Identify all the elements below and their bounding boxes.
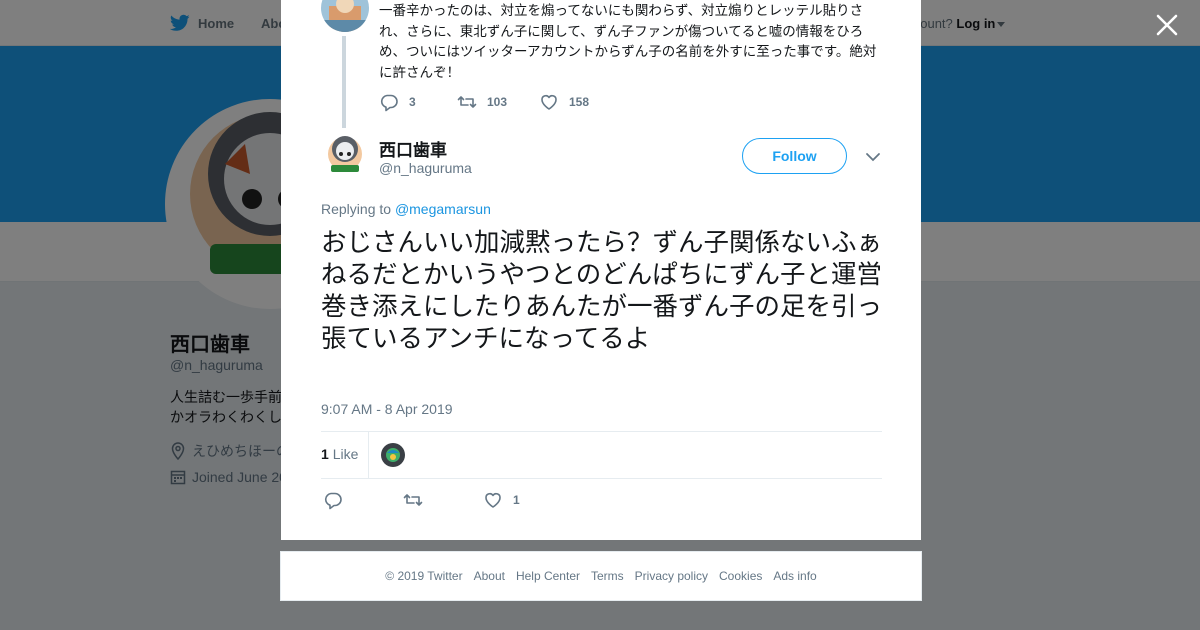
like-stat-count: 1 bbox=[321, 446, 329, 462]
footer-link-privacy-policy[interactable]: Privacy policy bbox=[635, 569, 708, 583]
like-stat[interactable]: 1 Like bbox=[321, 446, 358, 462]
tweet-author-handle[interactable]: @n_haguruma bbox=[379, 160, 472, 176]
previous-tweet-avatar[interactable] bbox=[321, 0, 369, 32]
chevron-down-icon[interactable] bbox=[865, 150, 881, 164]
footer-link-help-center[interactable]: Help Center bbox=[516, 569, 580, 583]
like-count: 1 bbox=[513, 493, 520, 507]
footer-copyright: © 2019 Twitter bbox=[385, 569, 463, 583]
follow-button[interactable]: Follow bbox=[742, 138, 847, 174]
replying-to: Replying to @megamarsun bbox=[321, 201, 491, 217]
like-stat-label: Like bbox=[332, 446, 359, 462]
like-count: 158 bbox=[569, 95, 590, 109]
previous-tweet-text: 一番辛かったのは、対立を煽ってないにも関わらず、対立煽りとレッテル貼りされ、さら… bbox=[379, 3, 877, 81]
reply-icon bbox=[380, 94, 398, 112]
reply-button[interactable] bbox=[323, 490, 403, 510]
reply-button[interactable]: 3 bbox=[379, 92, 457, 112]
tweet-actions: 1 bbox=[323, 490, 520, 510]
footer-link-about[interactable]: About bbox=[474, 569, 505, 583]
retweet-icon bbox=[457, 96, 477, 108]
liker-avatar[interactable] bbox=[381, 443, 405, 467]
thread-connector-line bbox=[342, 36, 346, 128]
footer-link-ads-info[interactable]: Ads info bbox=[773, 569, 816, 583]
footer-link-terms[interactable]: Terms bbox=[591, 569, 624, 583]
tweet-text: おじさんいい加減黙ったら？ずん子関係ないふぁねるだとかいうやつとのどんぱちにずん… bbox=[321, 228, 883, 354]
tweet-author-name[interactable]: 西口歯車 bbox=[379, 136, 447, 161]
replying-to-link[interactable]: @megamarsun bbox=[395, 201, 491, 217]
like-button[interactable]: 1 bbox=[483, 490, 520, 510]
retweet-icon bbox=[403, 494, 423, 506]
avatar-illustration-icon bbox=[321, 132, 369, 180]
retweet-button[interactable]: 103 bbox=[457, 92, 539, 112]
tweet-timestamp[interactable]: 9:07 AM - 8 Apr 2019 bbox=[321, 401, 453, 417]
heart-icon bbox=[485, 492, 501, 508]
replying-prefix: Replying to bbox=[321, 201, 392, 217]
reply-count: 3 bbox=[409, 95, 416, 109]
avatar-photo-icon bbox=[381, 443, 405, 467]
tweet-stats: 1 Like bbox=[321, 431, 882, 479]
modal-footer: © 2019 Twitter About Help Center Terms P… bbox=[280, 551, 922, 601]
footer-link-cookies[interactable]: Cookies bbox=[719, 569, 762, 583]
like-button[interactable]: 158 bbox=[539, 92, 589, 112]
avatar-photo-icon bbox=[321, 0, 369, 32]
heart-icon bbox=[541, 94, 557, 110]
tweet-permalink-modal: 一番辛かったのは、対立を煽ってないにも関わらず、対立煽りとレッテル貼りされ、さら… bbox=[281, 0, 921, 540]
retweet-count: 103 bbox=[487, 95, 508, 109]
tweet-author-avatar[interactable] bbox=[321, 132, 369, 180]
previous-tweet-actions: 3 103 158 bbox=[379, 92, 589, 112]
stats-divider bbox=[368, 432, 369, 478]
close-icon[interactable] bbox=[1154, 12, 1180, 38]
reply-icon bbox=[324, 492, 342, 510]
retweet-button[interactable] bbox=[403, 490, 483, 510]
